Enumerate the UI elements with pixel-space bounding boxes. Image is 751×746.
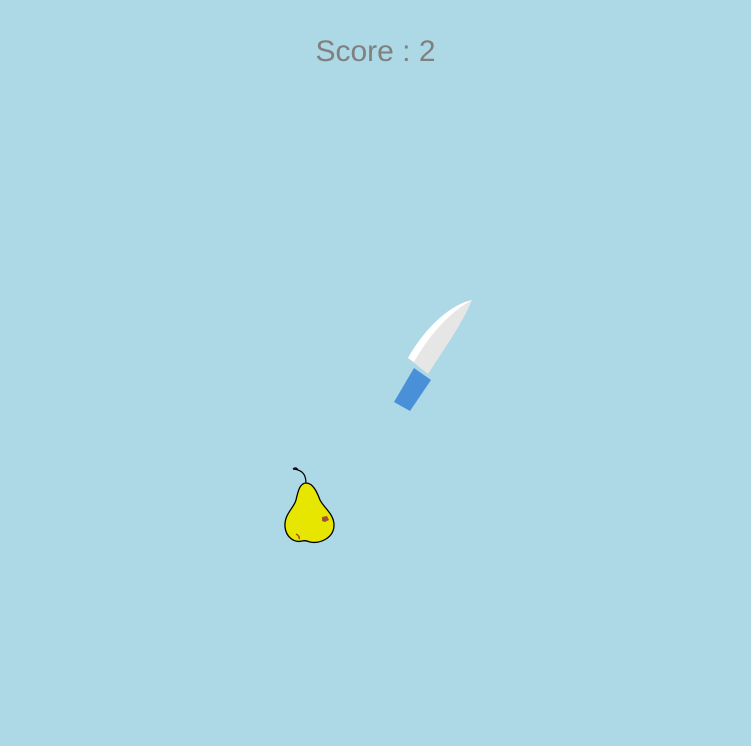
pear-body (284, 482, 335, 544)
score-label: Score (315, 35, 394, 68)
score-value: 2 (418, 35, 436, 68)
pear-icon[interactable] (280, 464, 338, 546)
game-canvas[interactable]: Score : 2 (0, 0, 751, 746)
knife-icon[interactable] (390, 296, 480, 416)
knife-handle (394, 368, 431, 411)
score-separator: : (393, 35, 419, 68)
pear-stem (292, 467, 307, 485)
score-display: Score : 2 (0, 34, 751, 70)
knife-blade (408, 300, 472, 374)
